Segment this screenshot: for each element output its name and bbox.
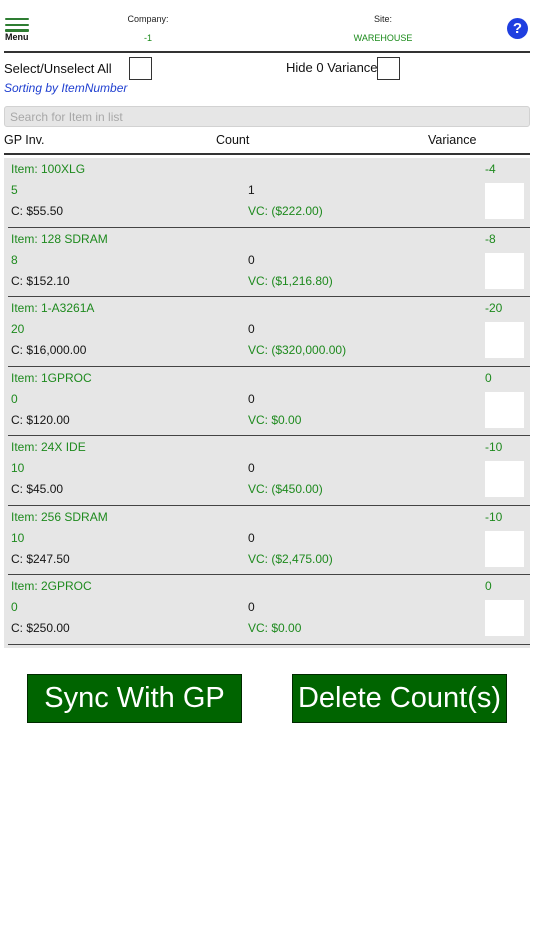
item-gp-inv: 5	[11, 183, 18, 197]
item-select-checkbox[interactable]	[485, 530, 524, 567]
item-cost: C: $247.50	[11, 551, 70, 566]
item-select-checkbox[interactable]	[485, 322, 524, 358]
sync-with-gp-button[interactable]: Sync With GP	[27, 674, 242, 723]
search-input[interactable]	[4, 106, 530, 127]
list-item[interactable]: Item: 1-A3261A -20 20 0 C: $16,000.00 VC…	[4, 297, 530, 367]
item-select-checkbox[interactable]	[485, 391, 524, 428]
item-gp-inv: 8	[11, 252, 18, 267]
column-header-divider	[4, 153, 530, 155]
column-header-gp-inv: GP Inv.	[4, 133, 45, 147]
item-variance-cost: VC: ($2,475.00)	[248, 551, 333, 566]
item-gp-inv: 10	[11, 461, 25, 475]
select-all-label: Select/Unselect All	[4, 61, 112, 76]
site-value: WAREHOUSE	[353, 33, 413, 43]
item-variance: -10	[485, 509, 503, 524]
item-variance: -20	[485, 301, 503, 315]
list-item[interactable]: Item: 100XLG -4 5 1 C: $55.50 VC: ($222.…	[4, 158, 530, 228]
help-icon[interactable]: ?	[507, 18, 528, 39]
item-count: 0	[248, 322, 255, 336]
hide-zero-variances-checkbox[interactable]	[377, 57, 400, 80]
sorting-indicator: Sorting by ItemNumber	[4, 81, 128, 95]
list-item[interactable]: Item: 24X IDE -10 10 0 C: $45.00 VC: ($4…	[4, 436, 530, 506]
list-item[interactable]: Item: 2GPROC 0 0 0 C: $250.00 VC: $0.00	[4, 575, 530, 645]
item-count: 0	[248, 391, 255, 406]
column-header-variance: Variance	[428, 133, 477, 147]
item-variance-cost: VC: ($450.00)	[248, 482, 323, 496]
app-header: Menu Company: -1 Site: WAREHOUSE ?	[0, 0, 534, 53]
list-item[interactable]: Item: 1GPROC 0 0 0 C: $120.00 VC: $0.00	[4, 367, 530, 436]
item-variance-cost: VC: ($1,216.80)	[248, 273, 333, 288]
item-cost: C: $152.10	[11, 273, 70, 288]
item-cost: C: $45.00	[11, 482, 64, 496]
item-select-checkbox[interactable]	[485, 600, 524, 636]
item-gp-inv: 0	[11, 391, 18, 406]
item-number: Item: 2GPROC	[11, 579, 92, 593]
list-item[interactable]: Item: 256 SDRAM -10 10 0 C: $247.50 VC: …	[4, 506, 530, 575]
item-variance: 0	[485, 579, 492, 593]
item-cost: C: $120.00	[11, 412, 70, 427]
item-number: Item: 1-A3261A	[11, 301, 95, 315]
site-label: Site:	[373, 14, 392, 24]
item-number: Item: 24X IDE	[11, 440, 86, 454]
item-count: 0	[248, 461, 255, 475]
menu-label: Menu	[5, 32, 29, 42]
item-gp-inv: 10	[11, 530, 25, 545]
item-select-checkbox[interactable]	[485, 183, 524, 219]
item-select-checkbox[interactable]	[485, 461, 524, 497]
hide-zero-variances-label: Hide 0 Variances	[286, 60, 385, 75]
company-value: -1	[143, 33, 152, 43]
item-list[interactable]: Item: 100XLG -4 5 1 C: $55.50 VC: ($222.…	[4, 158, 530, 648]
item-variance: -8	[485, 231, 496, 246]
site-info: Site: WAREHOUSE	[343, 14, 423, 43]
item-number: Item: 256 SDRAM	[11, 509, 108, 524]
item-variance-cost: VC: $0.00	[248, 412, 302, 427]
item-cost: C: $55.50	[11, 204, 64, 218]
list-item[interactable]: Item: 128 SDRAM -8 8 0 C: $152.10 VC: ($…	[4, 228, 530, 297]
company-label: Company:	[127, 14, 169, 24]
item-gp-inv: 0	[11, 600, 18, 614]
item-number: Item: 128 SDRAM	[11, 231, 108, 246]
item-number: Item: 100XLG	[11, 162, 86, 176]
item-count: 0	[248, 252, 255, 267]
header-divider	[4, 51, 530, 53]
select-all-checkbox[interactable]	[129, 57, 152, 80]
item-cost: C: $16,000.00	[11, 343, 87, 357]
item-variance-cost: VC: ($222.00)	[248, 204, 323, 218]
item-number: Item: 1GPROC	[11, 370, 92, 385]
item-variance: 0	[485, 370, 492, 385]
item-count: 0	[248, 600, 255, 614]
item-variance: -4	[485, 162, 496, 176]
column-header-count: Count	[216, 133, 250, 147]
company-info: Company: -1	[118, 14, 178, 43]
hamburger-menu-icon	[5, 18, 29, 32]
item-gp-inv: 20	[11, 322, 25, 336]
menu-button[interactable]: Menu	[5, 15, 31, 45]
item-cost: C: $250.00	[11, 621, 70, 635]
delete-counts-button[interactable]: Delete Count(s)	[292, 674, 507, 723]
item-variance-cost: VC: $0.00	[248, 621, 302, 635]
item-select-checkbox[interactable]	[485, 252, 524, 289]
item-count: 1	[248, 183, 255, 197]
item-variance-cost: VC: ($320,000.00)	[248, 343, 347, 357]
item-variance: -10	[485, 440, 503, 454]
item-count: 0	[248, 530, 255, 545]
row-divider	[8, 643, 530, 645]
